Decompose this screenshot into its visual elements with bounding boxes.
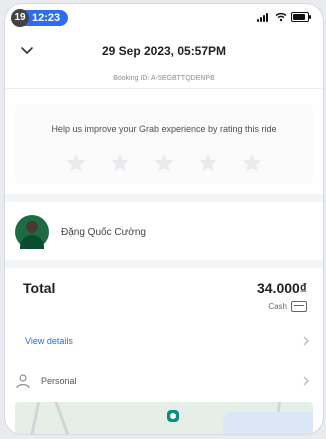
wifi-icon (275, 12, 287, 22)
trip-profile-row[interactable]: Personal (15, 368, 313, 394)
payment-method: Cash (268, 301, 307, 312)
notification-count-badge: 19 (11, 9, 29, 27)
driver-avatar (15, 215, 49, 249)
battery-icon (291, 12, 311, 22)
star-4[interactable] (195, 150, 221, 176)
star-icon (242, 153, 262, 172)
status-bar: 19 12:23 (5, 4, 323, 32)
signal-icon (257, 12, 271, 22)
total-label: Total (23, 280, 56, 296)
star-5[interactable] (239, 150, 265, 176)
section-divider (5, 260, 323, 268)
map-pin-icon (165, 408, 181, 424)
total-amount: 34.000₫ (256, 280, 307, 296)
rating-card: Help us improve your Grab experience by … (15, 104, 313, 184)
status-time-pill: 19 12:23 (11, 9, 69, 27)
route-map[interactable] (15, 402, 313, 434)
view-details-link[interactable]: View details (25, 336, 299, 346)
chevron-down-icon (21, 47, 33, 54)
ride-receipt-screen: 19 12:23 29 Sep 2023, 05:57PM Booking ID… (4, 3, 324, 435)
collapse-button[interactable] (5, 46, 49, 56)
star-rating (15, 150, 313, 176)
driver-name: Đặng Quốc Cường (61, 226, 146, 238)
payment-method-label: Cash (268, 302, 287, 311)
fare-section: Total 34.000₫ Cash (15, 274, 313, 324)
star-icon (198, 153, 218, 172)
star-icon (66, 153, 86, 172)
view-details-row[interactable]: View details (15, 328, 313, 354)
chevron-right-icon (299, 336, 313, 346)
status-icons (257, 12, 311, 22)
header: 29 Sep 2023, 05:57PM (5, 32, 323, 70)
driver-row: Đặng Quốc Cường (15, 210, 313, 254)
page-title: 29 Sep 2023, 05:57PM (101, 44, 227, 58)
star-icon (154, 153, 174, 172)
rating-prompt: Help us improve your Grab experience by … (51, 124, 277, 134)
star-1[interactable] (63, 150, 89, 176)
booking-id: Booking ID: A-5EGBTTQDENPB (5, 70, 323, 89)
trip-profile-label: Personal (41, 376, 77, 386)
star-icon (110, 153, 130, 172)
star-3[interactable] (151, 150, 177, 176)
status-time: 12:23 (32, 12, 61, 24)
star-2[interactable] (107, 150, 133, 176)
chevron-right-icon (299, 376, 313, 386)
person-icon (16, 374, 30, 389)
section-divider (5, 194, 323, 202)
cash-icon (291, 301, 307, 312)
